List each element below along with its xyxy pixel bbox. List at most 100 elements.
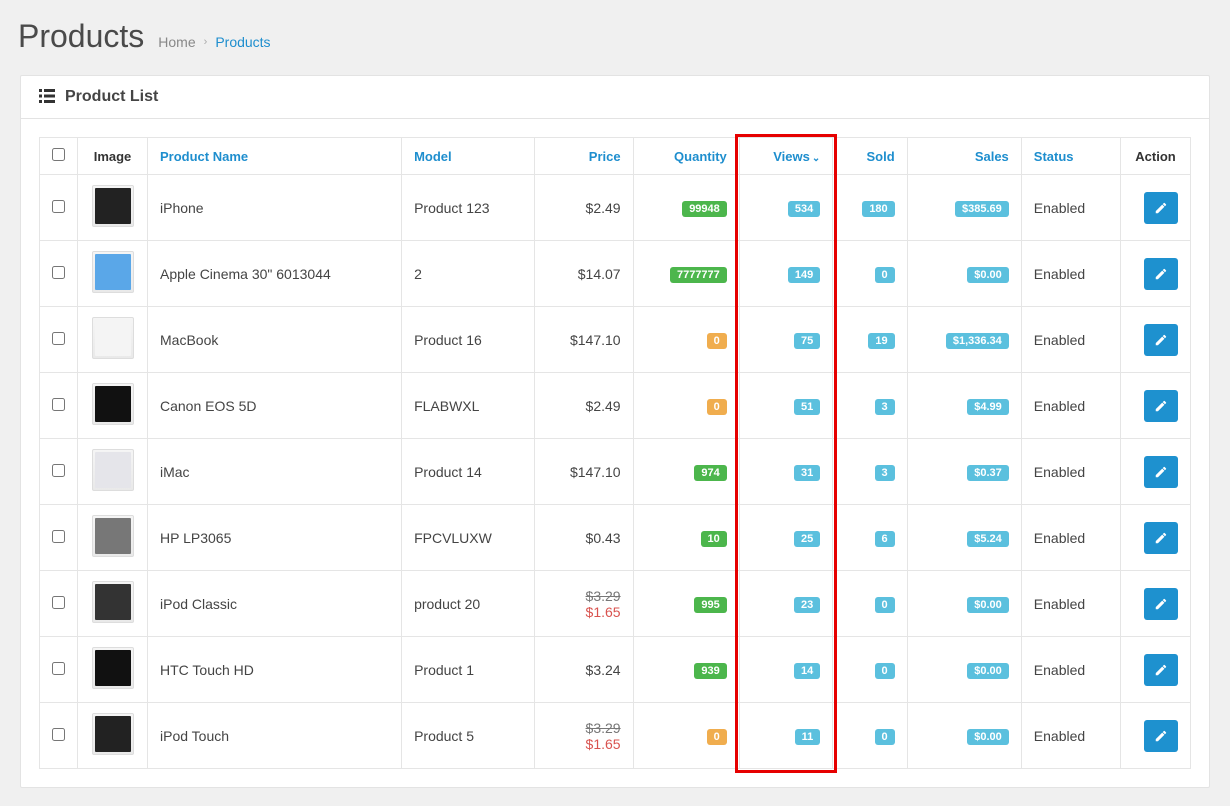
col-sold[interactable]: Sold	[833, 138, 907, 175]
edit-button[interactable]	[1144, 720, 1178, 752]
row-checkbox[interactable]	[52, 200, 65, 213]
sort-price[interactable]: Price	[589, 149, 621, 164]
product-thumb	[92, 251, 134, 293]
pencil-icon	[1154, 465, 1168, 479]
sold-badge: 0	[875, 267, 895, 283]
quantity-badge: 7777777	[670, 267, 727, 283]
product-thumb	[92, 449, 134, 491]
product-thumb	[92, 317, 134, 359]
cell-sold: 0	[833, 241, 907, 307]
cell-views: 75	[739, 307, 832, 373]
cell-product-name: iPhone	[148, 175, 402, 241]
edit-button[interactable]	[1144, 522, 1178, 554]
col-product-name[interactable]: Product Name	[148, 138, 402, 175]
panel-header: Product List	[21, 76, 1209, 119]
sort-product-name[interactable]: Product Name	[160, 149, 248, 164]
pencil-icon	[1154, 333, 1168, 347]
cell-status: Enabled	[1021, 505, 1120, 571]
cell-price: $3.29$1.65	[535, 571, 633, 637]
cell-price: $147.10	[535, 439, 633, 505]
edit-button[interactable]	[1144, 588, 1178, 620]
sort-model[interactable]: Model	[414, 149, 452, 164]
sales-badge: $0.00	[967, 663, 1009, 679]
sold-badge: 0	[875, 663, 895, 679]
sold-badge: 0	[875, 729, 895, 745]
sort-sales[interactable]: Sales	[975, 149, 1009, 164]
col-model[interactable]: Model	[402, 138, 535, 175]
row-checkbox[interactable]	[52, 332, 65, 345]
sales-badge: $0.00	[967, 729, 1009, 745]
chevron-right-icon: ›	[204, 36, 208, 48]
cell-product-name: Apple Cinema 30" 6013044	[148, 241, 402, 307]
edit-button[interactable]	[1144, 324, 1178, 356]
cell-sold: 6	[833, 505, 907, 571]
cell-sold: 0	[833, 637, 907, 703]
col-status[interactable]: Status	[1021, 138, 1120, 175]
sort-views[interactable]: Views⌄	[773, 149, 820, 164]
quantity-badge: 0	[707, 399, 727, 415]
cell-views: 11	[739, 703, 832, 769]
row-checkbox[interactable]	[52, 662, 65, 675]
cell-product-name: HP LP3065	[148, 505, 402, 571]
cell-quantity: 7777777	[633, 241, 739, 307]
row-checkbox[interactable]	[52, 398, 65, 411]
cell-views: 51	[739, 373, 832, 439]
product-thumb	[92, 185, 134, 227]
sales-badge: $0.00	[967, 267, 1009, 283]
sort-quantity[interactable]: Quantity	[674, 149, 727, 164]
sales-badge: $5.24	[967, 531, 1009, 547]
sort-status[interactable]: Status	[1034, 149, 1074, 164]
cell-status: Enabled	[1021, 241, 1120, 307]
pencil-icon	[1154, 267, 1168, 281]
edit-button[interactable]	[1144, 654, 1178, 686]
cell-price: $3.29$1.65	[535, 703, 633, 769]
table-row: MacBookProduct 16$147.1007519$1,336.34En…	[40, 307, 1191, 373]
row-checkbox[interactable]	[52, 464, 65, 477]
edit-button[interactable]	[1144, 456, 1178, 488]
row-checkbox[interactable]	[52, 530, 65, 543]
cell-sales: $0.00	[907, 571, 1021, 637]
price-special: $1.65	[547, 736, 620, 752]
cell-status: Enabled	[1021, 637, 1120, 703]
cell-model: product 20	[402, 571, 535, 637]
col-price[interactable]: Price	[535, 138, 633, 175]
sold-badge: 180	[862, 201, 894, 217]
cell-price: $3.24	[535, 637, 633, 703]
quantity-badge: 10	[701, 531, 727, 547]
pencil-icon	[1154, 399, 1168, 413]
col-quantity[interactable]: Quantity	[633, 138, 739, 175]
row-checkbox[interactable]	[52, 596, 65, 609]
col-views[interactable]: Views⌄	[739, 138, 832, 175]
breadcrumb-home[interactable]: Home	[158, 34, 195, 50]
edit-button[interactable]	[1144, 192, 1178, 224]
select-all-checkbox[interactable]	[52, 148, 65, 161]
product-thumb	[92, 383, 134, 425]
price-original: $3.29	[547, 720, 620, 736]
cell-sales: $0.00	[907, 241, 1021, 307]
sort-sold[interactable]: Sold	[867, 149, 895, 164]
table-row: iMacProduct 14$147.10974313$0.37Enabled	[40, 439, 1191, 505]
edit-button[interactable]	[1144, 258, 1178, 290]
cell-model: Product 1	[402, 637, 535, 703]
row-checkbox[interactable]	[52, 266, 65, 279]
sales-badge: $0.37	[967, 465, 1009, 481]
breadcrumb: Home › Products	[158, 34, 270, 50]
cell-quantity: 99948	[633, 175, 739, 241]
quantity-badge: 974	[694, 465, 726, 481]
cell-quantity: 974	[633, 439, 739, 505]
breadcrumb-current[interactable]: Products	[215, 34, 270, 50]
cell-sales: $1,336.34	[907, 307, 1021, 373]
edit-button[interactable]	[1144, 390, 1178, 422]
price-original: $3.29	[547, 588, 620, 604]
row-checkbox[interactable]	[52, 728, 65, 741]
col-checkbox	[40, 138, 78, 175]
product-thumb	[92, 713, 134, 755]
cell-status: Enabled	[1021, 571, 1120, 637]
cell-sales: $385.69	[907, 175, 1021, 241]
col-sales[interactable]: Sales	[907, 138, 1021, 175]
quantity-badge: 939	[694, 663, 726, 679]
cell-sold: 3	[833, 439, 907, 505]
cell-views: 149	[739, 241, 832, 307]
sold-badge: 0	[875, 597, 895, 613]
views-badge: 23	[794, 597, 820, 613]
